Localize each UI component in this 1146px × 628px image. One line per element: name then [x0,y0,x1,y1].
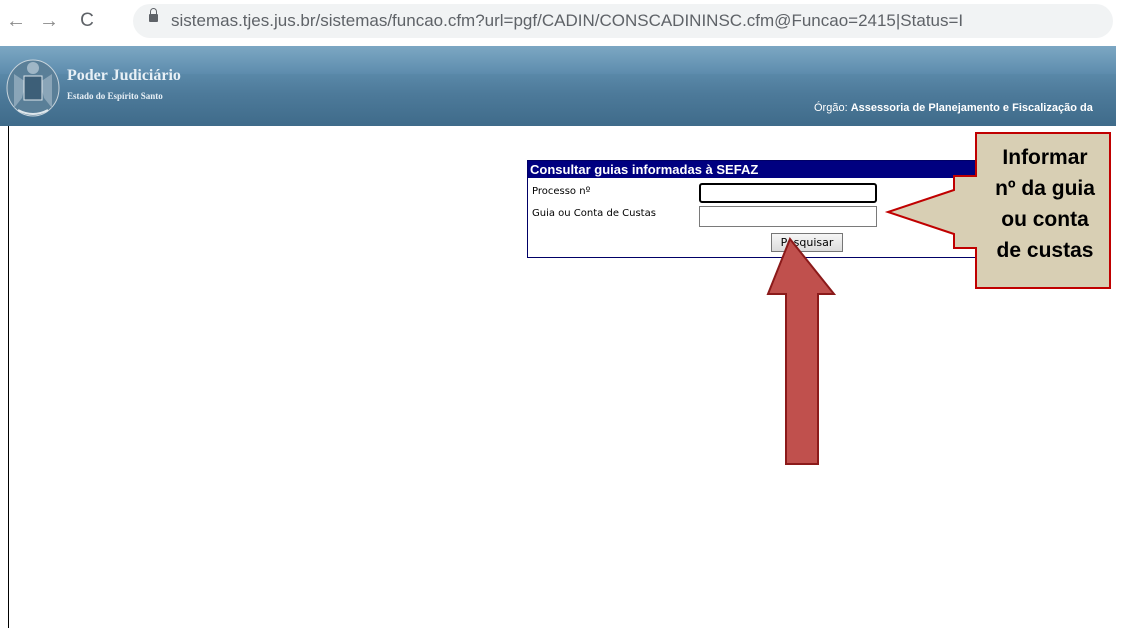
callout-text: Informar nº da guia ou conta de custas [978,142,1112,266]
callout-line: ou conta [1001,208,1089,231]
address-bar[interactable]: sistemas.tjes.jus.br/sistemas/funcao.cfm… [133,4,1113,38]
org-info: Órgão: Assessoria de Planejamento e Fisc… [814,102,1093,114]
back-arrow-icon[interactable]: ← [5,10,27,32]
org-label: Órgão: [814,102,848,114]
url-text[interactable]: sistemas.tjes.jus.br/sistemas/funcao.cfm… [171,11,963,31]
callout-line: Informar [1002,146,1088,169]
browser-toolbar: ← → C sistemas.tjes.jus.br/sistemas/func… [0,0,1146,46]
lock-icon [149,8,158,22]
callout-line: nº da guia [995,177,1095,200]
processo-input[interactable] [699,183,877,203]
header-title: Poder Judiciário [67,67,181,84]
org-value: Assessoria de Planejamento e Fiscalizaçã… [850,102,1093,114]
site-header: Poder Judiciário Estado do Espírito Sant… [0,46,1116,126]
page-divider [8,126,9,628]
guia-label: Guia ou Conta de Custas [532,208,656,219]
reload-icon[interactable]: C [76,10,98,32]
processo-label: Processo nº [532,186,591,197]
callout-line: de custas [996,239,1094,262]
up-arrow-icon [766,237,837,465]
guia-input[interactable] [699,206,877,227]
coat-of-arms-icon [6,59,60,117]
forward-arrow-icon[interactable]: → [38,10,60,32]
header-subtitle: Estado do Espírito Santo [67,91,163,101]
